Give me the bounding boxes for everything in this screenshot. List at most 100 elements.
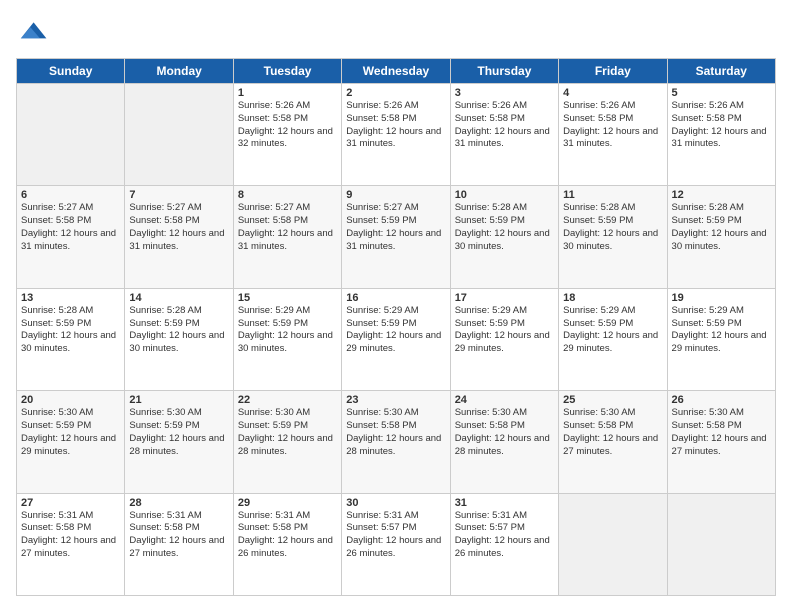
day-number: 5 xyxy=(672,87,771,99)
calendar-day-cell: 6Sunrise: 5:27 AM Sunset: 5:58 PM Daylig… xyxy=(17,186,125,288)
day-number: 26 xyxy=(672,394,771,406)
calendar-day-cell: 15Sunrise: 5:29 AM Sunset: 5:59 PM Dayli… xyxy=(233,288,341,390)
day-info: Sunrise: 5:28 AM Sunset: 5:59 PM Dayligh… xyxy=(455,202,554,253)
day-number: 25 xyxy=(563,394,662,406)
day-info: Sunrise: 5:30 AM Sunset: 5:59 PM Dayligh… xyxy=(129,407,228,458)
day-info: Sunrise: 5:27 AM Sunset: 5:58 PM Dayligh… xyxy=(21,202,120,253)
day-number: 1 xyxy=(238,87,337,99)
calendar-header-row: SundayMondayTuesdayWednesdayThursdayFrid… xyxy=(17,59,776,84)
day-info: Sunrise: 5:29 AM Sunset: 5:59 PM Dayligh… xyxy=(563,305,662,356)
day-info: Sunrise: 5:29 AM Sunset: 5:59 PM Dayligh… xyxy=(672,305,771,356)
day-number: 11 xyxy=(563,189,662,201)
logo-icon xyxy=(16,16,48,48)
calendar-day-cell: 19Sunrise: 5:29 AM Sunset: 5:59 PM Dayli… xyxy=(667,288,775,390)
day-number: 2 xyxy=(346,87,445,99)
day-info: Sunrise: 5:30 AM Sunset: 5:58 PM Dayligh… xyxy=(672,407,771,458)
day-number: 15 xyxy=(238,292,337,304)
calendar-day-cell: 14Sunrise: 5:28 AM Sunset: 5:59 PM Dayli… xyxy=(125,288,233,390)
calendar-day-cell: 4Sunrise: 5:26 AM Sunset: 5:58 PM Daylig… xyxy=(559,84,667,186)
calendar-day-cell: 30Sunrise: 5:31 AM Sunset: 5:57 PM Dayli… xyxy=(342,493,450,595)
day-number: 29 xyxy=(238,497,337,509)
day-number: 27 xyxy=(21,497,120,509)
calendar-day-cell: 27Sunrise: 5:31 AM Sunset: 5:58 PM Dayli… xyxy=(17,493,125,595)
day-number: 4 xyxy=(563,87,662,99)
calendar-day-cell: 10Sunrise: 5:28 AM Sunset: 5:59 PM Dayli… xyxy=(450,186,558,288)
day-info: Sunrise: 5:31 AM Sunset: 5:57 PM Dayligh… xyxy=(455,510,554,561)
day-info: Sunrise: 5:31 AM Sunset: 5:58 PM Dayligh… xyxy=(238,510,337,561)
calendar-day-header: Friday xyxy=(559,59,667,84)
calendar-day-cell xyxy=(667,493,775,595)
day-number: 12 xyxy=(672,189,771,201)
day-info: Sunrise: 5:28 AM Sunset: 5:59 PM Dayligh… xyxy=(129,305,228,356)
day-number: 8 xyxy=(238,189,337,201)
calendar-day-header: Thursday xyxy=(450,59,558,84)
calendar-week-row: 20Sunrise: 5:30 AM Sunset: 5:59 PM Dayli… xyxy=(17,391,776,493)
calendar-day-cell: 26Sunrise: 5:30 AM Sunset: 5:58 PM Dayli… xyxy=(667,391,775,493)
calendar-day-cell: 20Sunrise: 5:30 AM Sunset: 5:59 PM Dayli… xyxy=(17,391,125,493)
day-number: 6 xyxy=(21,189,120,201)
calendar-day-header: Saturday xyxy=(667,59,775,84)
day-info: Sunrise: 5:29 AM Sunset: 5:59 PM Dayligh… xyxy=(238,305,337,356)
logo xyxy=(16,16,52,48)
day-number: 7 xyxy=(129,189,228,201)
day-info: Sunrise: 5:30 AM Sunset: 5:58 PM Dayligh… xyxy=(455,407,554,458)
day-number: 16 xyxy=(346,292,445,304)
calendar-day-cell: 24Sunrise: 5:30 AM Sunset: 5:58 PM Dayli… xyxy=(450,391,558,493)
calendar-day-cell: 17Sunrise: 5:29 AM Sunset: 5:59 PM Dayli… xyxy=(450,288,558,390)
day-number: 19 xyxy=(672,292,771,304)
day-number: 14 xyxy=(129,292,228,304)
calendar-week-row: 27Sunrise: 5:31 AM Sunset: 5:58 PM Dayli… xyxy=(17,493,776,595)
day-info: Sunrise: 5:30 AM Sunset: 5:58 PM Dayligh… xyxy=(346,407,445,458)
day-info: Sunrise: 5:26 AM Sunset: 5:58 PM Dayligh… xyxy=(346,100,445,151)
day-number: 18 xyxy=(563,292,662,304)
day-number: 20 xyxy=(21,394,120,406)
day-info: Sunrise: 5:27 AM Sunset: 5:58 PM Dayligh… xyxy=(238,202,337,253)
calendar-day-cell xyxy=(559,493,667,595)
day-info: Sunrise: 5:28 AM Sunset: 5:59 PM Dayligh… xyxy=(21,305,120,356)
calendar-day-cell: 1Sunrise: 5:26 AM Sunset: 5:58 PM Daylig… xyxy=(233,84,341,186)
calendar-day-cell: 5Sunrise: 5:26 AM Sunset: 5:58 PM Daylig… xyxy=(667,84,775,186)
day-number: 31 xyxy=(455,497,554,509)
day-info: Sunrise: 5:30 AM Sunset: 5:58 PM Dayligh… xyxy=(563,407,662,458)
day-number: 30 xyxy=(346,497,445,509)
calendar-week-row: 6Sunrise: 5:27 AM Sunset: 5:58 PM Daylig… xyxy=(17,186,776,288)
calendar-day-cell: 23Sunrise: 5:30 AM Sunset: 5:58 PM Dayli… xyxy=(342,391,450,493)
calendar-table: SundayMondayTuesdayWednesdayThursdayFrid… xyxy=(16,58,776,596)
calendar-day-header: Tuesday xyxy=(233,59,341,84)
calendar-day-cell: 9Sunrise: 5:27 AM Sunset: 5:59 PM Daylig… xyxy=(342,186,450,288)
day-info: Sunrise: 5:26 AM Sunset: 5:58 PM Dayligh… xyxy=(238,100,337,151)
day-info: Sunrise: 5:30 AM Sunset: 5:59 PM Dayligh… xyxy=(21,407,120,458)
day-number: 22 xyxy=(238,394,337,406)
calendar-day-cell: 22Sunrise: 5:30 AM Sunset: 5:59 PM Dayli… xyxy=(233,391,341,493)
day-info: Sunrise: 5:30 AM Sunset: 5:59 PM Dayligh… xyxy=(238,407,337,458)
day-info: Sunrise: 5:31 AM Sunset: 5:58 PM Dayligh… xyxy=(21,510,120,561)
calendar-day-cell xyxy=(125,84,233,186)
day-number: 24 xyxy=(455,394,554,406)
calendar-day-cell: 18Sunrise: 5:29 AM Sunset: 5:59 PM Dayli… xyxy=(559,288,667,390)
day-number: 13 xyxy=(21,292,120,304)
day-info: Sunrise: 5:26 AM Sunset: 5:58 PM Dayligh… xyxy=(672,100,771,151)
day-info: Sunrise: 5:29 AM Sunset: 5:59 PM Dayligh… xyxy=(455,305,554,356)
day-info: Sunrise: 5:31 AM Sunset: 5:58 PM Dayligh… xyxy=(129,510,228,561)
calendar-day-cell: 16Sunrise: 5:29 AM Sunset: 5:59 PM Dayli… xyxy=(342,288,450,390)
calendar-day-cell xyxy=(17,84,125,186)
calendar-day-header: Monday xyxy=(125,59,233,84)
day-number: 21 xyxy=(129,394,228,406)
calendar-day-cell: 3Sunrise: 5:26 AM Sunset: 5:58 PM Daylig… xyxy=(450,84,558,186)
calendar-day-cell: 21Sunrise: 5:30 AM Sunset: 5:59 PM Dayli… xyxy=(125,391,233,493)
day-info: Sunrise: 5:28 AM Sunset: 5:59 PM Dayligh… xyxy=(672,202,771,253)
calendar-day-header: Sunday xyxy=(17,59,125,84)
header xyxy=(16,16,776,48)
day-info: Sunrise: 5:27 AM Sunset: 5:58 PM Dayligh… xyxy=(129,202,228,253)
day-number: 23 xyxy=(346,394,445,406)
calendar-day-cell: 25Sunrise: 5:30 AM Sunset: 5:58 PM Dayli… xyxy=(559,391,667,493)
day-info: Sunrise: 5:28 AM Sunset: 5:59 PM Dayligh… xyxy=(563,202,662,253)
calendar-day-cell: 8Sunrise: 5:27 AM Sunset: 5:58 PM Daylig… xyxy=(233,186,341,288)
calendar-day-cell: 7Sunrise: 5:27 AM Sunset: 5:58 PM Daylig… xyxy=(125,186,233,288)
day-info: Sunrise: 5:27 AM Sunset: 5:59 PM Dayligh… xyxy=(346,202,445,253)
day-number: 28 xyxy=(129,497,228,509)
page: SundayMondayTuesdayWednesdayThursdayFrid… xyxy=(0,0,792,612)
day-number: 17 xyxy=(455,292,554,304)
calendar-week-row: 13Sunrise: 5:28 AM Sunset: 5:59 PM Dayli… xyxy=(17,288,776,390)
calendar-day-cell: 29Sunrise: 5:31 AM Sunset: 5:58 PM Dayli… xyxy=(233,493,341,595)
